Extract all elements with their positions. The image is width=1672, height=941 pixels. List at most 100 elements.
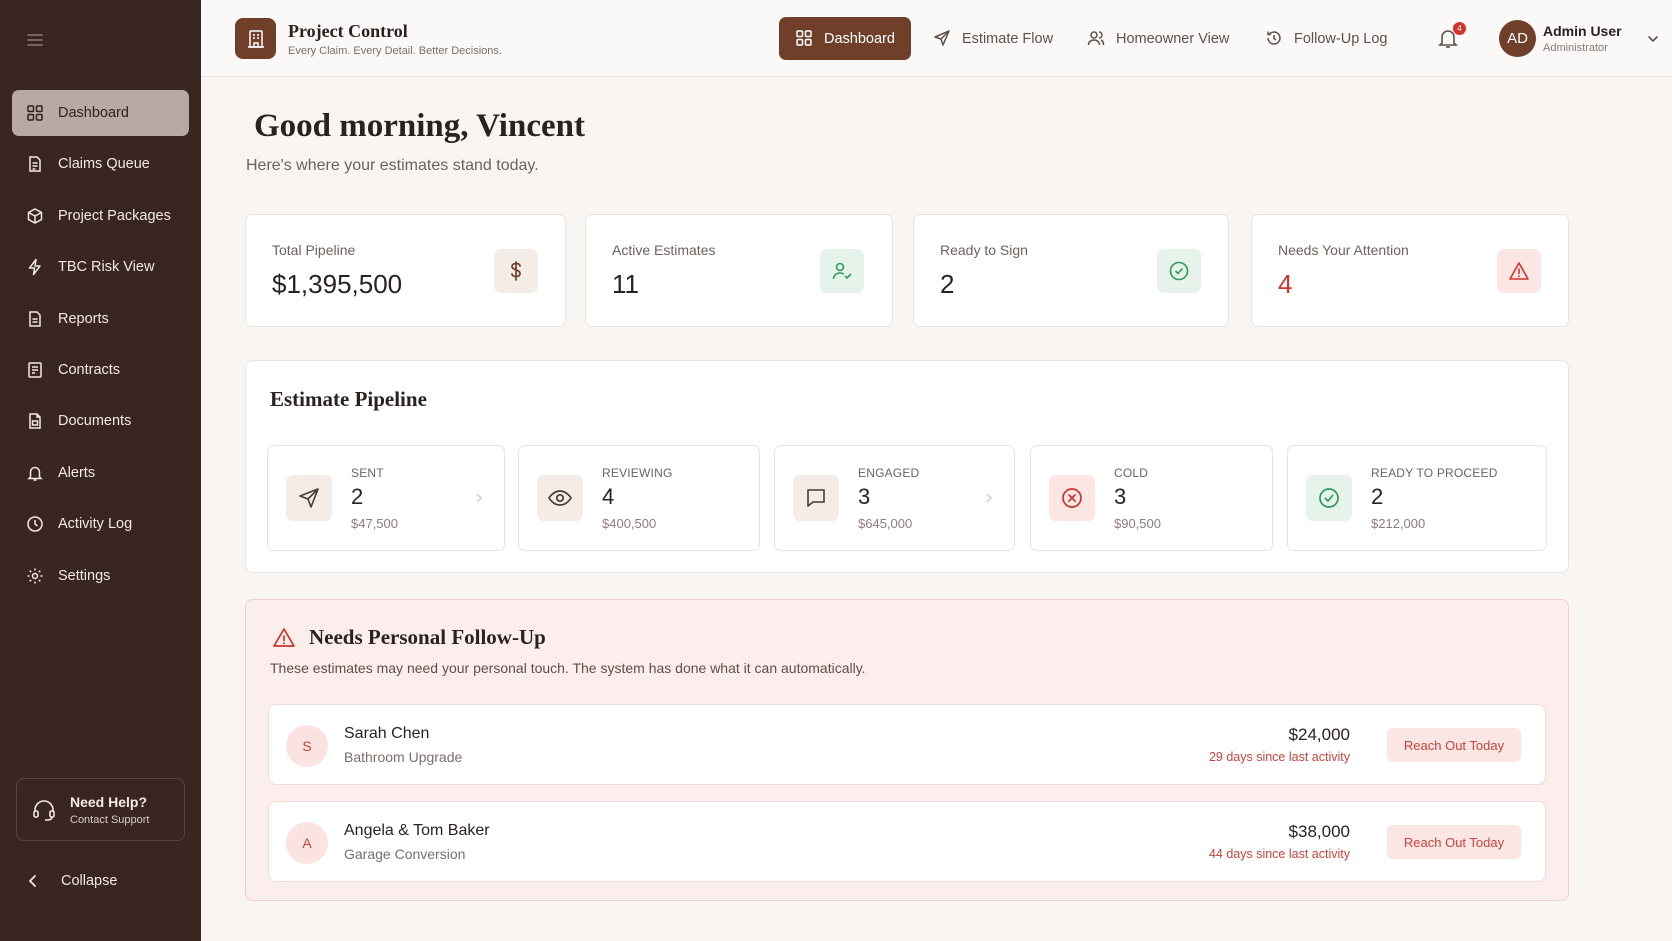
stat-value: 4: [1278, 269, 1293, 299]
collapse-label: Collapse: [61, 873, 118, 889]
sidebar-item-contracts[interactable]: Contracts: [12, 347, 189, 393]
building-icon: [235, 18, 276, 59]
sidebar-item-label: Activity Log: [58, 516, 133, 533]
needs-follow-up-section: Needs Personal Follow-Up These estimates…: [245, 599, 1569, 901]
warning-icon: [272, 626, 296, 650]
sidebar-item-label: Reports: [58, 310, 109, 327]
user-check-icon: [820, 249, 864, 293]
sidebar-item-claims-queue[interactable]: Claims Queue: [12, 141, 189, 187]
package-icon: [25, 206, 45, 226]
stage-amount: $47,500: [351, 516, 398, 531]
sidebar: Dashboard Claims Queue Project Packages …: [0, 0, 201, 941]
stat-card-active-estimates[interactable]: Active Estimates 11: [585, 214, 893, 327]
stage-count: 3: [858, 484, 871, 509]
stage-amount: $400,500: [602, 516, 657, 531]
stat-card-total-pipeline[interactable]: Total Pipeline $1,395,500: [245, 214, 566, 327]
user-menu[interactable]: AD Admin User Administrator: [1499, 20, 1660, 57]
stage-amount: $90,500: [1114, 516, 1161, 531]
tab-label: Dashboard: [824, 30, 895, 47]
notification-badge: 4: [1453, 22, 1466, 35]
list-item[interactable]: A Angela & Tom Baker Garage Conversion $…: [268, 801, 1546, 882]
eye-icon: [537, 475, 583, 521]
stage-name: READY TO PROCEED: [1371, 466, 1498, 480]
stage-name: COLD: [1114, 466, 1149, 480]
stage-amount: $212,000: [1371, 516, 1426, 531]
documents-icon: [25, 411, 45, 431]
sidebar-item-reports[interactable]: Reports: [12, 296, 189, 342]
tab-estimate-flow[interactable]: Estimate Flow: [933, 17, 1053, 60]
reach-out-button[interactable]: Reach Out Today: [1387, 728, 1521, 762]
days-since-activity: 44 days since last activity: [1208, 847, 1350, 861]
clock-icon: [25, 514, 45, 534]
bell-icon: [25, 463, 45, 483]
brand[interactable]: Project Control Every Claim. Every Detai…: [235, 18, 502, 59]
avatar: A: [286, 822, 328, 864]
stage-count: 2: [351, 484, 364, 509]
tab-label: Estimate Flow: [962, 30, 1054, 47]
help-card[interactable]: Need Help? Contact Support: [16, 778, 185, 841]
tab-label: Follow-Up Log: [1294, 30, 1388, 47]
grid-icon: [25, 103, 45, 123]
avatar: AD: [1499, 20, 1536, 57]
section-title: Needs Personal Follow-Up: [309, 625, 546, 649]
brand-title: Project Control: [288, 20, 408, 41]
tab-follow-up-log[interactable]: Follow-Up Log: [1265, 17, 1388, 60]
sidebar-item-label: Project Packages: [58, 207, 171, 224]
estimate-pipeline: Estimate Pipeline SENT 2 $47,500 REVIEWI…: [245, 360, 1569, 573]
lightning-icon: [25, 257, 45, 277]
stat-card-ready-to-sign[interactable]: Ready to Sign 2: [913, 214, 1229, 327]
sidebar-item-project-packages[interactable]: Project Packages: [12, 193, 189, 239]
sidebar-item-label: Dashboard: [58, 105, 129, 121]
users-icon: [1087, 29, 1107, 49]
stat-label: Ready to Sign: [940, 242, 1028, 258]
tab-homeowner-view[interactable]: Homeowner View: [1087, 17, 1229, 60]
top-bar: Project Control Every Claim. Every Detai…: [201, 0, 1672, 77]
avatar: S: [286, 725, 328, 767]
stat-label: Total Pipeline: [272, 242, 356, 258]
history-icon: [1265, 29, 1285, 49]
page-title: Good morning, Vincent: [254, 108, 585, 144]
page-subtitle: Here's where your estimates stand today.: [246, 157, 539, 174]
sidebar-item-activity-log[interactable]: Activity Log: [12, 501, 189, 547]
stage-name: REVIEWING: [602, 466, 673, 480]
sidebar-item-documents[interactable]: Documents: [12, 398, 189, 444]
project-name: Garage Conversion: [344, 846, 466, 862]
pipeline-stage-reviewing[interactable]: REVIEWING 4 $400,500: [518, 445, 760, 551]
check-circle-icon: [1306, 475, 1352, 521]
sidebar-item-label: Alerts: [58, 464, 96, 481]
contact-name: Sarah Chen: [344, 725, 430, 742]
stage-count: 4: [602, 484, 615, 509]
sidebar-item-label: Settings: [58, 567, 111, 584]
stat-card-needs-attention[interactable]: Needs Your Attention 4: [1251, 214, 1569, 327]
help-title: Need Help?: [70, 793, 148, 810]
collapse-button[interactable]: Collapse: [25, 873, 117, 889]
list-item[interactable]: S Sarah Chen Bathroom Upgrade $24,000 29…: [268, 704, 1546, 785]
pipeline-stage-ready-to-proceed[interactable]: READY TO PROCEED 2 $212,000: [1287, 445, 1547, 551]
sidebar-item-dashboard[interactable]: Dashboard: [12, 90, 189, 136]
pipeline-stage-engaged[interactable]: ENGAGED 3 $645,000: [774, 445, 1015, 551]
pipeline-stage-sent[interactable]: SENT 2 $47,500: [267, 445, 505, 551]
pipeline-stage-cold[interactable]: COLD 3 $90,500: [1030, 445, 1273, 551]
sidebar-nav: Dashboard Claims Queue Project Packages …: [12, 90, 189, 604]
sidebar-item-alerts[interactable]: Alerts: [12, 450, 189, 496]
chevron-left-icon: [25, 873, 41, 889]
contact-name: Angela & Tom Baker: [344, 822, 490, 839]
sidebar-item-label: Documents: [58, 413, 132, 430]
sidebar-item-settings[interactable]: Settings: [12, 553, 189, 599]
stat-value: $1,395,500: [272, 269, 403, 299]
x-circle-icon: [1049, 475, 1095, 521]
tab-label: Homeowner View: [1116, 30, 1230, 47]
headset-icon: [31, 797, 57, 823]
chevron-right-icon: [984, 491, 994, 505]
tab-dashboard[interactable]: Dashboard: [779, 17, 911, 60]
dollar-icon: [494, 249, 538, 293]
chevron-right-icon: [474, 491, 484, 505]
stat-value: 2: [940, 269, 955, 299]
sidebar-item-tbc-risk-view[interactable]: TBC Risk View: [12, 244, 189, 290]
help-subtitle: Contact Support: [70, 813, 150, 826]
stat-value: 11: [612, 269, 639, 299]
menu-icon[interactable]: [25, 30, 45, 50]
project-name: Bathroom Upgrade: [344, 749, 463, 765]
reach-out-button[interactable]: Reach Out Today: [1387, 825, 1521, 859]
stat-label: Active Estimates: [612, 242, 716, 258]
